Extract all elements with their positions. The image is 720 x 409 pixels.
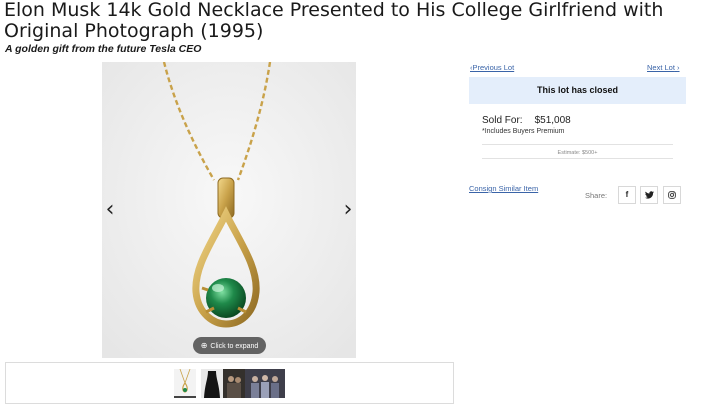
instagram-icon bbox=[668, 191, 676, 199]
lot-status-banner: This lot has closed bbox=[469, 77, 686, 104]
sold-for-label: Sold For: bbox=[482, 115, 523, 126]
lot-title: Elon Musk 14k Gold Necklace Presented to… bbox=[4, 0, 664, 42]
consign-similar-item-link[interactable]: Consign Similar Item bbox=[469, 184, 538, 193]
estimate-text: Estimate: $500+ bbox=[557, 150, 598, 156]
next-lot-label: Next Lot bbox=[647, 63, 675, 72]
expand-label: Click to expand bbox=[210, 343, 259, 350]
zoom-icon: ⊕ bbox=[200, 341, 208, 350]
thumbnail-necklace[interactable] bbox=[174, 368, 196, 398]
buyers-premium-note: *Includes Buyers Premium bbox=[482, 128, 565, 135]
facebook-share-button[interactable]: f bbox=[618, 186, 636, 204]
sold-for-row: Sold For: $51,008 bbox=[482, 115, 571, 126]
divider bbox=[482, 144, 673, 145]
instagram-share-button[interactable] bbox=[663, 186, 681, 204]
lot-subtitle: A golden gift from the future Tesla CEO bbox=[5, 43, 202, 55]
facebook-icon: f bbox=[625, 190, 629, 199]
thumbnail-bust[interactable] bbox=[201, 369, 223, 398]
thumbnail-photo-group[interactable] bbox=[245, 369, 285, 398]
main-image[interactable] bbox=[102, 62, 356, 358]
photo-thumb-icon bbox=[227, 376, 241, 398]
previous-lot-label: Previous Lot bbox=[472, 63, 515, 72]
previous-lot-link[interactable]: ‹Previous Lot bbox=[470, 63, 514, 72]
divider bbox=[482, 158, 673, 159]
thumbnail-strip bbox=[5, 362, 454, 404]
chevron-right-icon: › bbox=[677, 63, 680, 72]
share-label: Share: bbox=[585, 191, 608, 200]
bust-thumb-icon bbox=[204, 371, 220, 398]
group-photo-thumb-icon bbox=[251, 375, 279, 398]
gallery-prev-arrow[interactable]: ‹ bbox=[104, 199, 116, 221]
thumbnail-photo-1[interactable] bbox=[223, 369, 245, 398]
twitter-share-button[interactable] bbox=[640, 186, 658, 204]
sold-amount: $51,008 bbox=[534, 115, 571, 126]
next-lot-link[interactable]: Next Lot › bbox=[647, 63, 680, 72]
twitter-icon bbox=[644, 191, 654, 199]
necklace-thumb-icon bbox=[179, 368, 191, 393]
click-to-expand-button[interactable]: ⊕ Click to expand bbox=[193, 337, 266, 354]
gallery-next-arrow[interactable]: › bbox=[342, 199, 354, 221]
necklace-pendant-image bbox=[102, 62, 356, 358]
